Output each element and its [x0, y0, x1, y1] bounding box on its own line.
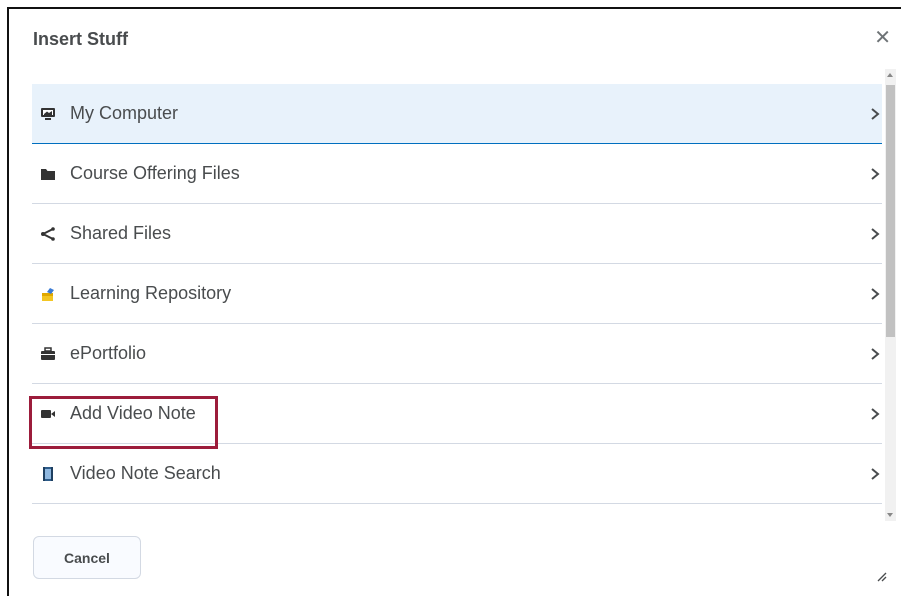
- chevron-right-icon: [871, 287, 880, 300]
- list-item-label: ePortfolio: [70, 343, 147, 363]
- chevron-right-icon: [871, 107, 880, 120]
- list-item-label: My Computer: [70, 103, 179, 123]
- briefcase-icon: [40, 346, 56, 362]
- list-item-course-offering-files[interactable]: Course Offering Files: [32, 144, 882, 204]
- list-item-label: Video Note Search: [70, 463, 221, 483]
- list-item-video-note-search[interactable]: Video Note Search: [32, 444, 882, 504]
- scroll-up-icon[interactable]: [887, 73, 893, 77]
- list-scrollbar[interactable]: [885, 69, 896, 521]
- dialog-title: Insert Stuff: [33, 29, 129, 49]
- list-item-label: Shared Files: [70, 223, 172, 243]
- list-item-label: Course Offering Files: [70, 163, 240, 183]
- learning-repository-icon: [40, 286, 56, 302]
- cancel-button[interactable]: Cancel: [33, 536, 141, 579]
- list-item-label: Add Video Note: [70, 403, 196, 423]
- resize-handle-icon[interactable]: [875, 570, 887, 582]
- chevron-right-icon: [871, 407, 880, 420]
- chevron-right-icon: [871, 167, 880, 180]
- list-item-label: Learning Repository: [70, 283, 232, 303]
- video-camera-icon: [40, 406, 56, 422]
- list-item-eportfolio[interactable]: ePortfolio: [32, 324, 882, 384]
- share-icon: [40, 226, 56, 242]
- list-item-add-video-note[interactable]: Add Video Note: [32, 384, 882, 444]
- list-item-my-computer[interactable]: My Computer: [32, 84, 882, 144]
- list-item-learning-repository[interactable]: Learning Repository: [32, 264, 882, 324]
- close-icon[interactable]: ✕: [874, 28, 891, 48]
- chevron-right-icon: [871, 347, 880, 360]
- chevron-right-icon: [871, 467, 880, 480]
- chevron-right-icon: [871, 227, 880, 240]
- scrollbar-thumb[interactable]: [886, 85, 895, 337]
- video-search-icon: [40, 466, 56, 482]
- insert-stuff-dialog: Insert Stuff ✕ My Computer Course Offeri…: [7, 7, 901, 596]
- scroll-down-icon[interactable]: [887, 513, 893, 517]
- source-list: My Computer Course Offering Files Shared…: [32, 84, 882, 514]
- folder-icon: [40, 166, 56, 182]
- list-item-shared-files[interactable]: Shared Files: [32, 204, 882, 264]
- monitor-icon: [40, 106, 56, 122]
